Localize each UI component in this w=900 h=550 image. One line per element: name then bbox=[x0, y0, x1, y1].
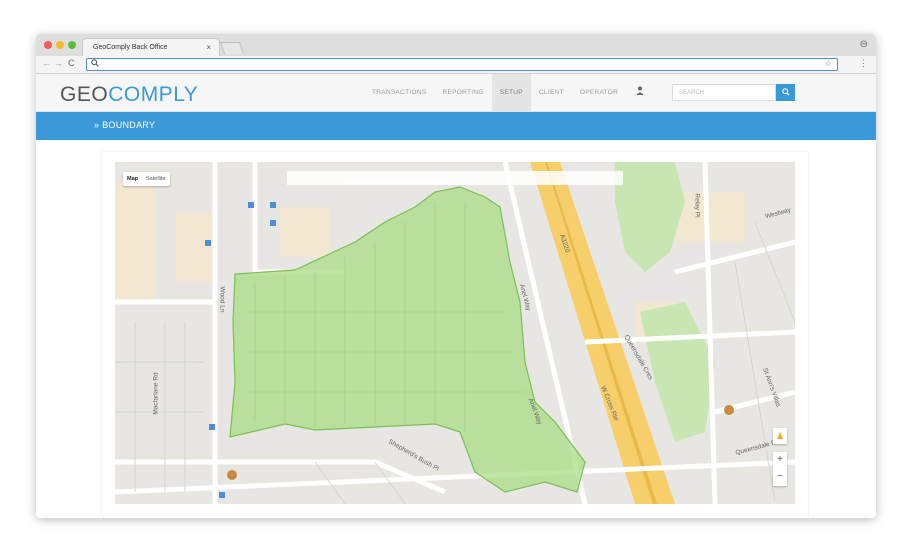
map-label-relay-pl: Relay Pl bbox=[693, 193, 701, 218]
zoom-control: + − bbox=[773, 452, 787, 486]
browser-menu-icon[interactable]: ⋮ bbox=[859, 58, 868, 69]
browser-window: GeoComply Back Office × ⊖ ← → C ☆ ⋮ GEOC… bbox=[36, 34, 876, 518]
main-nav: TRANSACTIONS REPORTING SETUP CLIENT OPER… bbox=[364, 74, 654, 112]
new-tab-button[interactable] bbox=[219, 42, 245, 54]
search-button[interactable] bbox=[776, 84, 795, 101]
address-bar[interactable]: ☆ bbox=[86, 58, 838, 71]
map-type-satellite-button[interactable]: Satellite bbox=[142, 172, 170, 186]
nav-client[interactable]: CLIENT bbox=[531, 74, 572, 112]
tab-title: GeoComply Back Office bbox=[93, 44, 168, 51]
map-type-map-button[interactable]: Map bbox=[123, 172, 142, 186]
back-arrow-icon[interactable]: ← bbox=[42, 58, 51, 68]
nav-setup[interactable]: SETUP bbox=[491, 74, 531, 112]
app-header: GEOCOMPLY TRANSACTIONS REPORTING SETUP C… bbox=[36, 74, 876, 112]
breadcrumb: » BOUNDARY bbox=[94, 120, 156, 130]
search-input[interactable]: SEARCH bbox=[672, 84, 776, 101]
tab-close-icon[interactable]: × bbox=[206, 43, 211, 52]
map-label-macfarlane-rd: Macfarlane Rd bbox=[152, 372, 160, 415]
browser-toolbar: ← → C ☆ ⋮ bbox=[36, 56, 876, 74]
zoom-out-button[interactable]: − bbox=[773, 469, 787, 486]
close-window-button[interactable] bbox=[44, 41, 52, 49]
search-icon bbox=[781, 88, 790, 96]
reload-icon[interactable]: C bbox=[68, 58, 75, 68]
geocomply-logo[interactable]: GEOCOMPLY bbox=[60, 83, 198, 107]
account-icon[interactable]: ⊖ bbox=[860, 39, 868, 50]
minimize-window-button[interactable] bbox=[56, 41, 64, 49]
search-icon bbox=[91, 59, 99, 69]
page-header-bar: » BOUNDARY bbox=[36, 112, 876, 140]
forward-arrow-icon[interactable]: → bbox=[54, 58, 63, 68]
user-icon[interactable] bbox=[626, 74, 654, 112]
nav-operator[interactable]: OPERATOR bbox=[572, 74, 626, 112]
browser-tab[interactable]: GeoComply Back Office × bbox=[82, 38, 220, 56]
browser-titlebar: GeoComply Back Office × ⊖ bbox=[36, 34, 876, 56]
nav-reporting[interactable]: REPORTING bbox=[435, 74, 492, 112]
boundary-map[interactable]: A3220 Wood Ln Macfarlane Rd W Cross Rte … bbox=[115, 162, 795, 504]
bookmark-star-icon[interactable]: ☆ bbox=[825, 59, 832, 68]
map-label-wood-ln: Wood Ln bbox=[218, 286, 226, 313]
nav-transactions[interactable]: TRANSACTIONS bbox=[364, 74, 435, 112]
street-view-pegman-icon[interactable]: ♟ bbox=[773, 428, 787, 444]
map-search-input[interactable] bbox=[287, 171, 623, 185]
map-type-toggle: Map Satellite bbox=[123, 172, 170, 186]
zoom-in-button[interactable]: + bbox=[773, 452, 787, 469]
maximize-window-button[interactable] bbox=[68, 41, 76, 49]
